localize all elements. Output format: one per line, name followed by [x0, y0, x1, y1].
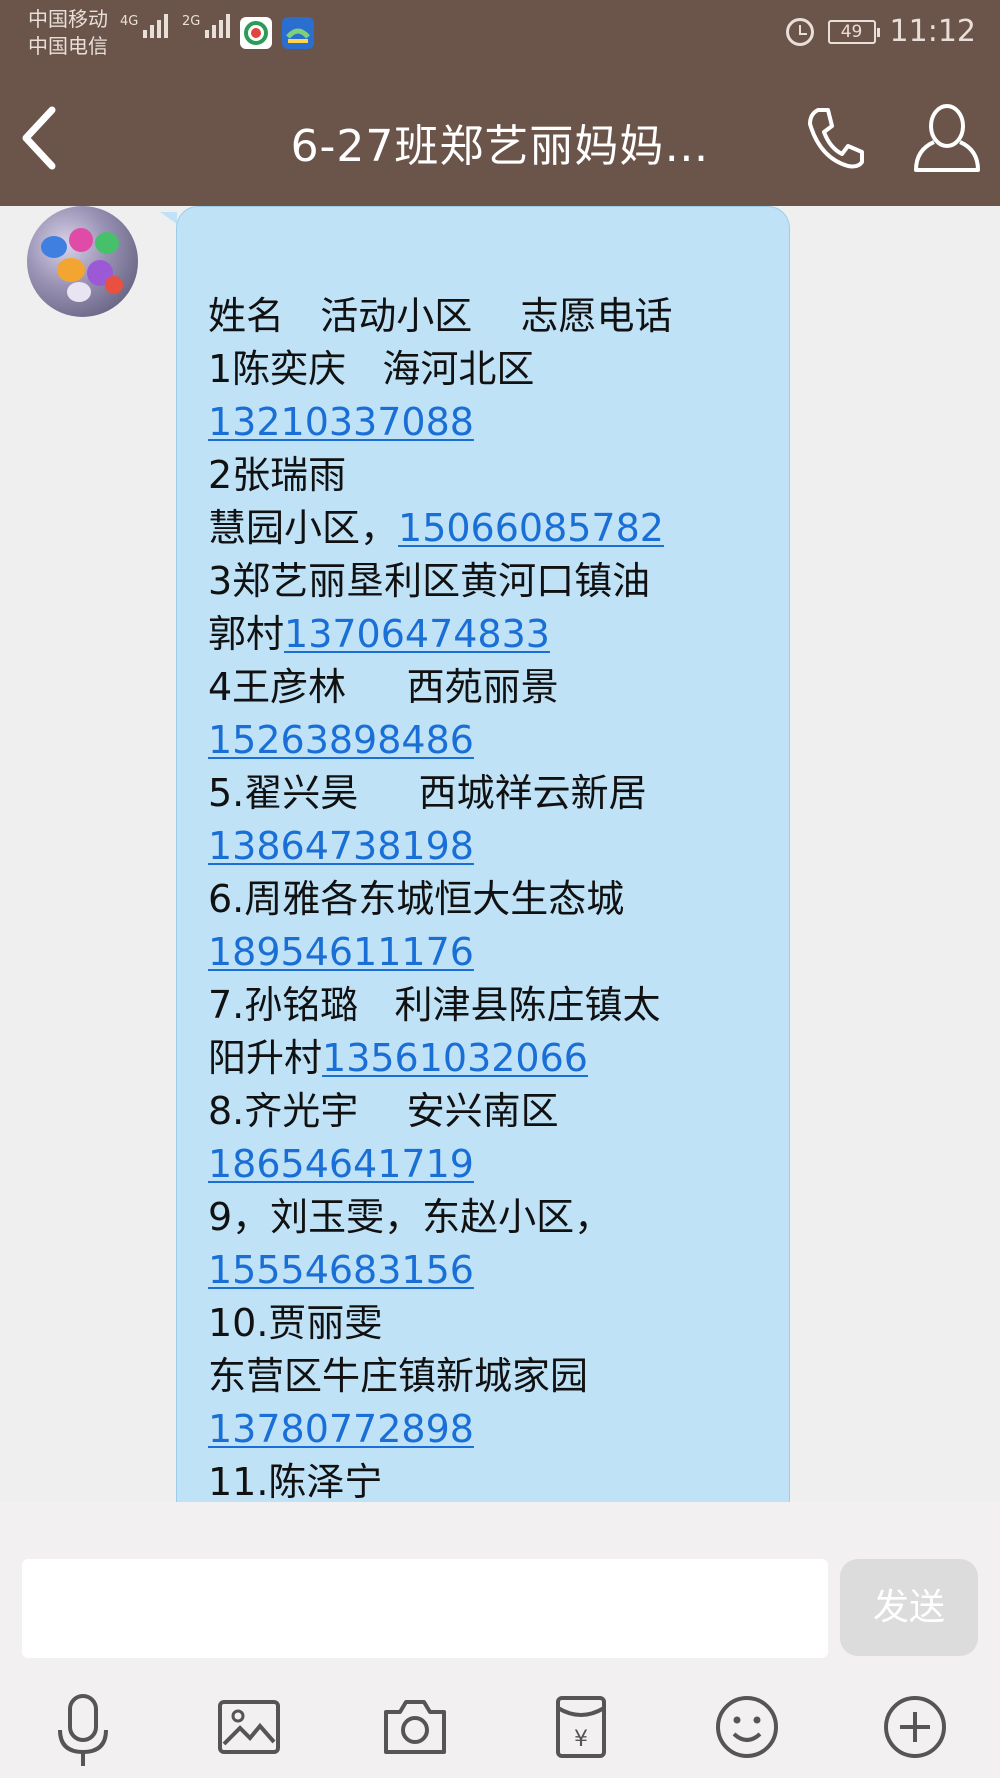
message-line: 阳升村13561032066 — [208, 1032, 768, 1085]
phone-number-link[interactable]: 15066085782 — [398, 506, 664, 550]
phone-number-link[interactable]: 13210337088 — [208, 400, 474, 444]
phone-number-link[interactable]: 13864738198 — [208, 824, 474, 868]
message-line: 15554683156 — [208, 1244, 768, 1297]
message-text-segment: 慧园小区， — [208, 506, 399, 550]
composer: 发送 ¥ — [0, 1502, 1000, 1778]
carrier-2: 中国电信 — [28, 34, 108, 58]
alarm-icon — [785, 17, 814, 46]
message-text-segment: 8.齐光宇 安兴南区 — [208, 1089, 559, 1133]
message-text-segment: 5.翟兴昊 西城祥云新居 — [208, 771, 647, 815]
phone-number-link[interactable]: 13706474833 — [284, 612, 550, 656]
carrier-1: 中国移动 — [28, 7, 108, 31]
message-line: 2张瑞雨 — [208, 449, 768, 502]
carrier-labels: 中国移动 中国电信 — [28, 6, 108, 60]
svg-text:¥: ¥ — [574, 1727, 588, 1752]
message-text-segment: 7.孙铭璐 利津县陈庄镇太 — [208, 983, 661, 1027]
message-text-segment: 2张瑞雨 — [208, 453, 347, 497]
message-text-segment: 3郑艺丽垦利区黄河口镇油 — [208, 559, 651, 603]
phone-number-link[interactable]: 13561032066 — [322, 1036, 588, 1080]
message-line: 4王彦林 西苑丽景 — [208, 661, 768, 714]
emoji-icon[interactable] — [712, 1692, 782, 1762]
message-text-segment: 10.贾丽雯 — [208, 1301, 383, 1345]
signal-2-icon: 2G — [182, 14, 231, 38]
image-icon[interactable] — [214, 1692, 284, 1762]
red-packet-icon[interactable]: ¥ — [546, 1692, 616, 1762]
message-text-segment: 姓名 活动小区 志愿电话 — [208, 294, 673, 338]
message-line: 7.孙铭璐 利津县陈庄镇太 — [208, 979, 768, 1032]
message-text: 姓名 活动小区 志愿电话 1陈奕庆 海河北区 13210337088 2张瑞雨慧园小区… — [208, 290, 768, 1509]
clock: 11:12 — [889, 14, 976, 49]
send-button[interactable]: 发送 — [840, 1559, 978, 1656]
phone-number-link[interactable]: 13780772898 — [208, 1407, 474, 1451]
app-notification-icon — [240, 17, 272, 49]
message-text-segment: 阳升村 — [208, 1036, 323, 1080]
message-text-segment: 11.陈泽宁 — [208, 1460, 383, 1504]
message-line: 郭村13706474833 — [208, 608, 768, 661]
message-line: 慧园小区，15066085782 — [208, 502, 768, 555]
battery-icon: 49 — [827, 19, 880, 44]
message-text-segment: 6.周雅各东城恒大生态城 — [208, 877, 625, 921]
camera-icon[interactable] — [380, 1692, 450, 1762]
status-right: 49 11:12 — [785, 14, 976, 49]
message-line: 18954611176 — [208, 926, 768, 979]
phone-number-link[interactable]: 18654641719 — [208, 1142, 474, 1186]
chat-header: 6-27班郑艺丽妈妈… — [0, 70, 1000, 206]
message-line: 5.翟兴昊 西城祥云新居 — [208, 767, 768, 820]
bubble-tail — [160, 212, 177, 224]
message-text-segment: 1陈奕庆 海河北区 — [208, 347, 535, 391]
message-line: 13210337088 — [208, 396, 768, 449]
phone-number-link[interactable]: 15263898486 — [208, 718, 474, 762]
message-line: 姓名 活动小区 志愿电话 — [208, 290, 768, 343]
message-line: 18654641719 — [208, 1138, 768, 1191]
message-line: 10.贾丽雯 — [208, 1297, 768, 1350]
plus-icon[interactable] — [880, 1692, 950, 1762]
message-line: 9，刘玉雯，东赵小区， — [208, 1191, 768, 1244]
microphone-icon[interactable] — [48, 1692, 118, 1766]
message-text-segment: 4王彦林 西苑丽景 — [208, 665, 559, 709]
message-text-segment: 9，刘玉雯，东赵小区， — [208, 1195, 613, 1239]
message-line: 15263898486 — [208, 714, 768, 767]
contact-avatar[interactable] — [27, 206, 138, 317]
phone-icon[interactable] — [800, 100, 870, 176]
message-line: 1陈奕庆 海河北区 — [208, 343, 768, 396]
message-line: 13864738198 — [208, 820, 768, 873]
message-text-segment: 郭村 — [208, 612, 285, 656]
app-notification-2-icon — [282, 17, 314, 49]
message-line: 东营区牛庄镇新城家园 — [208, 1350, 768, 1403]
composer-toolbar: ¥ — [0, 1682, 1000, 1772]
message-line: 8.齐光宇 安兴南区 — [208, 1085, 768, 1138]
phone-number-link[interactable]: 15554683156 — [208, 1248, 474, 1292]
message-text-segment: 东营区牛庄镇新城家园 — [208, 1354, 589, 1398]
message-line: 3郑艺丽垦利区黄河口镇油 — [208, 555, 768, 608]
signal-1-icon: 4G — [120, 14, 169, 38]
status-bar: 中国移动 中国电信 4G 2G 49 11:12 — [0, 0, 1000, 70]
profile-icon[interactable] — [912, 98, 982, 178]
message-input[interactable] — [22, 1559, 828, 1658]
message-line: 13780772898 — [208, 1403, 768, 1456]
message-line: 6.周雅各东城恒大生态城 — [208, 873, 768, 926]
phone-number-link[interactable]: 18954611176 — [208, 930, 474, 974]
